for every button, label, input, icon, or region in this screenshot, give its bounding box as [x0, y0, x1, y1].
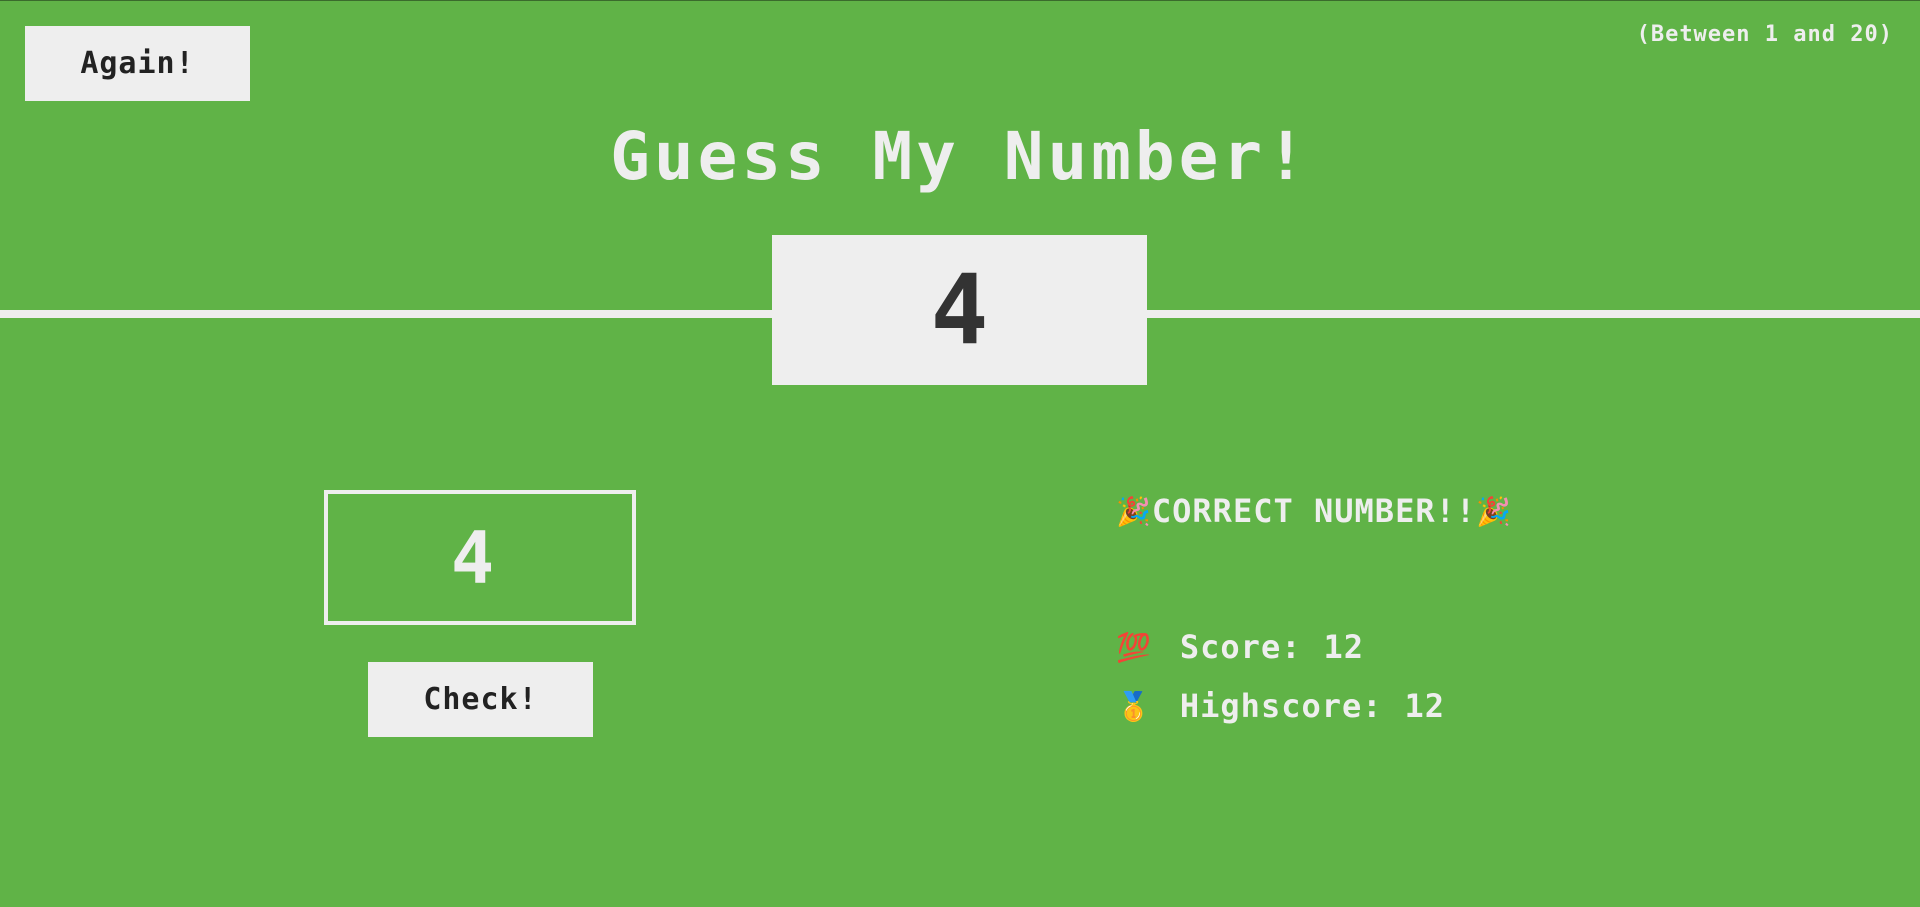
highscore-value: 12 [1404, 687, 1446, 725]
secret-number-box: 4 [772, 235, 1147, 385]
party-popper-icon: 🎉 [1476, 494, 1512, 528]
score-label: Score: [1179, 628, 1302, 666]
score-row: 💯 Score: 12 [1116, 628, 1364, 666]
highscore-row: 🥇 Highscore: 12 [1116, 687, 1445, 725]
top-border [0, 0, 1920, 1]
highscore-label: Highscore: [1179, 687, 1383, 725]
medal-icon: 🥇 [1116, 689, 1152, 723]
range-hint: (Between 1 and 20) [1636, 22, 1893, 47]
again-button[interactable]: Again! [25, 26, 250, 101]
check-button[interactable]: Check! [368, 662, 593, 737]
guess-input[interactable] [324, 490, 636, 625]
status-message-text: CORRECT NUMBER!! [1151, 492, 1477, 530]
page-title: Guess My Number! [610, 118, 1310, 195]
hundred-points-icon: 💯 [1116, 630, 1152, 664]
score-value: 12 [1323, 628, 1364, 666]
party-popper-icon: 🎉 [1116, 494, 1152, 528]
status-message: 🎉 CORRECT NUMBER!! 🎉 [1116, 492, 1512, 530]
